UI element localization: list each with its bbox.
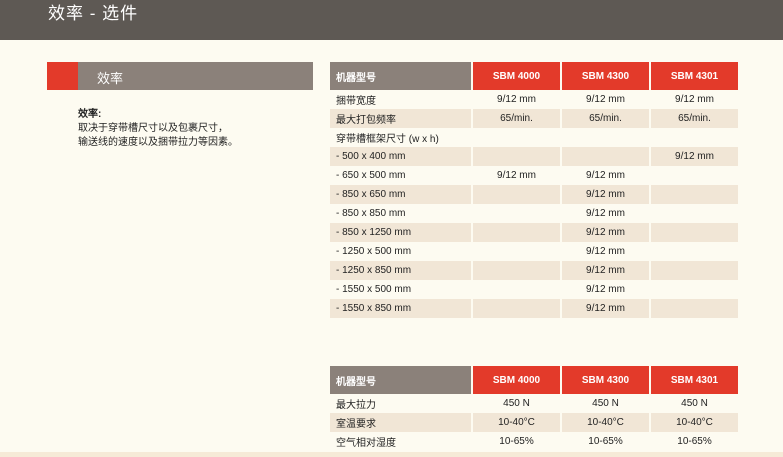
row-label: - 1550 x 500 mm xyxy=(330,280,471,299)
table-cell xyxy=(471,128,560,147)
description-heading: 效率: xyxy=(78,109,102,120)
table-row: - 850 x 850 mm 9/12 mm xyxy=(330,204,738,223)
table-cell xyxy=(471,280,560,299)
table-cell xyxy=(649,204,738,223)
table-cell xyxy=(471,261,560,280)
table-cell: 9/12 mm xyxy=(560,90,649,109)
table-cell: 9/12 mm xyxy=(649,90,738,109)
table-cell xyxy=(471,147,560,166)
table-row: 最大打包频率 65/min. 65/min. 65/min. xyxy=(330,109,738,128)
column-header-model: 机器型号 xyxy=(330,62,471,90)
table-cell xyxy=(649,299,738,318)
table-cell: 9/12 mm xyxy=(560,185,649,204)
table-cell: 9/12 mm xyxy=(560,242,649,261)
page-title: 效率 - 选件 xyxy=(48,4,139,23)
table-cell xyxy=(471,242,560,261)
row-label: - 850 x 1250 mm xyxy=(330,223,471,242)
column-header-sbm-4301: SBM 4301 xyxy=(649,62,738,90)
table-cell xyxy=(649,280,738,299)
table-cell: 65/min. xyxy=(560,109,649,128)
row-label: 穿带槽框架尺寸 (w x h) xyxy=(330,128,471,147)
description: 效率: 取决于穿带槽尺寸以及包裹尺寸， 输送线的速度以及捆带拉力等因素。 xyxy=(78,108,298,150)
table-header-row: 机器型号 SBM 4000 SBM 4300 SBM 4301 xyxy=(330,366,738,394)
column-header-sbm-4301: SBM 4301 xyxy=(649,366,738,394)
table-cell: 10-65% xyxy=(471,432,560,451)
table-cell: 9/12 mm xyxy=(560,261,649,280)
table-cell xyxy=(471,204,560,223)
column-header-sbm-4300: SBM 4300 xyxy=(560,62,649,90)
table-cell xyxy=(649,128,738,147)
table-row: 最大拉力 450 N 450 N 450 N xyxy=(330,394,738,413)
table-cell xyxy=(649,166,738,185)
section-accent xyxy=(47,62,78,90)
column-header-sbm-4300: SBM 4300 xyxy=(560,366,649,394)
table-cell: 9/12 mm xyxy=(560,166,649,185)
table-cell xyxy=(649,223,738,242)
row-label: - 650 x 500 mm xyxy=(330,166,471,185)
page-header: 效率 - 选件 xyxy=(0,0,783,40)
table-cell: 9/12 mm xyxy=(560,204,649,223)
row-label: - 850 x 850 mm xyxy=(330,204,471,223)
table-cell: 65/min. xyxy=(471,109,560,128)
table-cell xyxy=(471,223,560,242)
row-label: 空气相对湿度 xyxy=(330,432,471,451)
table-cell: 9/12 mm xyxy=(471,166,560,185)
row-label: - 1250 x 850 mm xyxy=(330,261,471,280)
table-cell: 10-40°C xyxy=(560,413,649,432)
table-row: - 1250 x 500 mm 9/12 mm xyxy=(330,242,738,261)
table-cell xyxy=(471,185,560,204)
row-label: - 1550 x 850 mm xyxy=(330,299,471,318)
table-cell: 10-65% xyxy=(560,432,649,451)
row-label: 最大拉力 xyxy=(330,394,471,413)
table-cell: 450 N xyxy=(649,394,738,413)
table-cell xyxy=(649,185,738,204)
table-row: 空气相对湿度 10-65% 10-65% 10-65% xyxy=(330,432,738,451)
row-label: 室温要求 xyxy=(330,413,471,432)
table-cell xyxy=(649,242,738,261)
description-line: 取决于穿带槽尺寸以及包裹尺寸， xyxy=(78,123,228,134)
table-cell xyxy=(649,261,738,280)
row-label: - 1250 x 500 mm xyxy=(330,242,471,261)
column-header-model: 机器型号 xyxy=(330,366,471,394)
column-header-sbm-4000: SBM 4000 xyxy=(471,366,560,394)
table-row: - 850 x 650 mm 9/12 mm xyxy=(330,185,738,204)
table-row: - 1550 x 500 mm 9/12 mm xyxy=(330,280,738,299)
table-cell: 65/min. xyxy=(649,109,738,128)
row-label: 捆带宽度 xyxy=(330,90,471,109)
table-cell: 10-40°C xyxy=(471,413,560,432)
table-row: - 1550 x 850 mm 9/12 mm xyxy=(330,299,738,318)
table-row: 捆带宽度 9/12 mm 9/12 mm 9/12 mm xyxy=(330,90,738,109)
description-line: 输送线的速度以及捆带拉力等因素。 xyxy=(78,137,238,148)
row-label: - 850 x 650 mm xyxy=(330,185,471,204)
table-row: 穿带槽框架尺寸 (w x h) xyxy=(330,128,738,147)
table-cell: 9/12 mm xyxy=(560,280,649,299)
table-row: - 1250 x 850 mm 9/12 mm xyxy=(330,261,738,280)
table-cell xyxy=(560,147,649,166)
table-cell xyxy=(560,128,649,147)
table-row: - 500 x 400 mm 9/12 mm xyxy=(330,147,738,166)
row-label: - 500 x 400 mm xyxy=(330,147,471,166)
table-cell xyxy=(471,299,560,318)
table-header-row: 机器型号 SBM 4000 SBM 4300 SBM 4301 xyxy=(330,62,738,90)
table-cell: 10-65% xyxy=(649,432,738,451)
specs-table-environment: 机器型号 SBM 4000 SBM 4300 SBM 4301 最大拉力 450… xyxy=(330,366,738,451)
table-cell: 9/12 mm xyxy=(649,147,738,166)
bottom-strip xyxy=(0,452,783,457)
column-header-sbm-4000: SBM 4000 xyxy=(471,62,560,90)
table-cell: 450 N xyxy=(560,394,649,413)
table-cell: 9/12 mm xyxy=(560,299,649,318)
table-row: - 850 x 1250 mm 9/12 mm xyxy=(330,223,738,242)
section-header: 效率 xyxy=(47,62,313,90)
table-row: 室温要求 10-40°C 10-40°C 10-40°C xyxy=(330,413,738,432)
table-cell: 9/12 mm xyxy=(560,223,649,242)
table-cell: 10-40°C xyxy=(649,413,738,432)
specs-table-efficiency: 机器型号 SBM 4000 SBM 4300 SBM 4301 捆带宽度 9/1… xyxy=(330,62,738,318)
table-cell: 450 N xyxy=(471,394,560,413)
table-row: - 650 x 500 mm 9/12 mm 9/12 mm xyxy=(330,166,738,185)
row-label: 最大打包频率 xyxy=(330,109,471,128)
section-title: 效率 xyxy=(97,71,124,86)
table-cell: 9/12 mm xyxy=(471,90,560,109)
